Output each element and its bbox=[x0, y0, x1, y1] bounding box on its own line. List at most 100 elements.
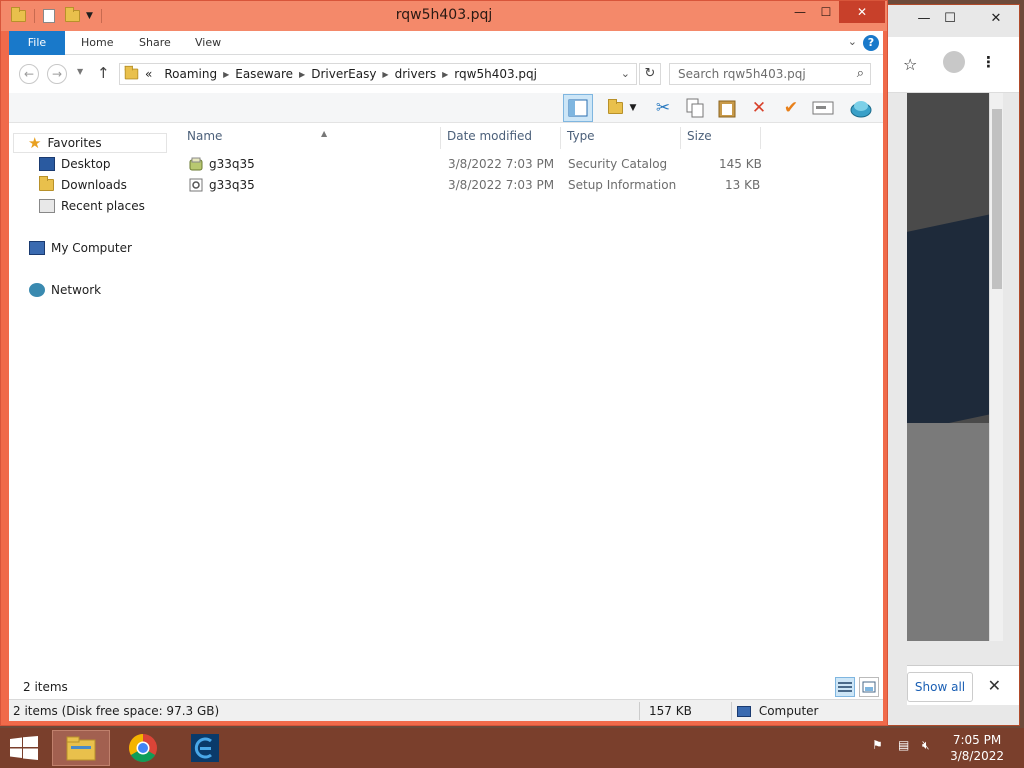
driver-easy-icon bbox=[191, 734, 219, 762]
paste-icon bbox=[718, 100, 736, 118]
address-field[interactable]: « Roaming ▶ Easeware ▶ DriverEasy ▶ driv… bbox=[119, 63, 637, 85]
expand-ribbon-icon[interactable]: ⌄ bbox=[848, 35, 857, 48]
nav-label: Desktop bbox=[61, 157, 111, 171]
background-browser-window[interactable]: — ☐ ✕ ☆ ⋮ Show all ✕ bbox=[884, 4, 1020, 726]
breadcrumb-overflow[interactable]: « bbox=[145, 67, 152, 81]
breadcrumb-current[interactable]: rqw5h403.pqj bbox=[454, 67, 537, 81]
select-dropdown-icon[interactable]: ▼ bbox=[627, 96, 639, 120]
file-size: 13 KB bbox=[725, 178, 761, 192]
breadcrumb-easeware[interactable]: Easeware bbox=[235, 67, 293, 81]
taskbar-driver-easy[interactable] bbox=[176, 730, 234, 766]
preview-pane-icon bbox=[568, 99, 588, 117]
column-header-date[interactable]: Date modified bbox=[443, 127, 561, 149]
shell-button[interactable] bbox=[849, 96, 873, 120]
item-count: 2 items bbox=[23, 680, 68, 694]
table-row[interactable]: g33q35 3/8/2022 7:03 PM Security Catalog… bbox=[183, 155, 773, 175]
column-header-type[interactable]: Type bbox=[563, 127, 681, 149]
cut-icon[interactable]: ✂ bbox=[651, 96, 675, 120]
browser-minimize-button[interactable]: — bbox=[913, 11, 935, 26]
chrome-icon bbox=[129, 734, 157, 762]
divider bbox=[731, 702, 732, 720]
show-all-button[interactable]: Show all bbox=[907, 672, 973, 702]
tab-home[interactable]: Home bbox=[69, 31, 125, 55]
folder-check-icon bbox=[607, 99, 623, 114]
tab-view[interactable]: View bbox=[183, 31, 233, 55]
nav-label: My Computer bbox=[51, 241, 132, 255]
taskbar-file-explorer[interactable] bbox=[52, 730, 110, 766]
tab-file[interactable]: File bbox=[9, 31, 65, 55]
table-row[interactable]: g33q35 3/8/2022 7:03 PM Setup Informatio… bbox=[183, 176, 773, 196]
nav-label: Recent places bbox=[61, 199, 145, 213]
page-image-dark bbox=[907, 214, 991, 432]
network-icon bbox=[29, 283, 45, 297]
refresh-button[interactable]: ↻ bbox=[639, 63, 661, 85]
breadcrumb-drivers[interactable]: drivers bbox=[395, 67, 437, 81]
tab-share[interactable]: Share bbox=[127, 31, 183, 55]
browser-scrollbar[interactable] bbox=[989, 93, 1003, 641]
forward-button[interactable]: → bbox=[47, 64, 67, 84]
checkmark-icon[interactable]: ✔ bbox=[779, 96, 803, 120]
address-dropdown-icon[interactable]: ⌄ bbox=[621, 67, 630, 80]
title-bar[interactable]: ▼ rqw5h403.pqj — ☐ ✕ bbox=[1, 1, 887, 31]
help-icon[interactable]: ? bbox=[863, 35, 879, 51]
location-label: Computer bbox=[758, 704, 819, 718]
recent-places-icon bbox=[39, 199, 55, 213]
file-name: g33q35 bbox=[209, 178, 255, 192]
action-center-flag-icon[interactable]: ⚑ bbox=[872, 738, 883, 752]
breadcrumb-separator-icon[interactable]: ▶ bbox=[299, 70, 305, 79]
scrollbar-thumb[interactable] bbox=[992, 109, 1002, 289]
browser-maximize-button[interactable]: ☐ bbox=[939, 11, 961, 26]
taskbar-clock[interactable]: 7:05 PM 3/8/2022 bbox=[950, 732, 1004, 764]
rename-button[interactable] bbox=[811, 96, 835, 120]
back-button[interactable]: ← bbox=[19, 64, 39, 84]
file-size: 145 KB bbox=[719, 157, 762, 171]
details-view-button[interactable] bbox=[835, 677, 855, 697]
paste-button[interactable] bbox=[715, 96, 739, 120]
recent-locations-icon[interactable]: ▼ bbox=[77, 67, 83, 76]
up-arrow-icon[interactable]: ↑ bbox=[97, 64, 110, 82]
start-button[interactable] bbox=[10, 736, 38, 760]
nav-label: Favorites bbox=[47, 136, 102, 150]
nav-recent-places[interactable]: Recent places bbox=[39, 196, 145, 216]
profile-avatar-icon[interactable] bbox=[943, 51, 965, 73]
nav-my-computer[interactable]: My Computer bbox=[29, 238, 132, 258]
nav-network[interactable]: Network bbox=[29, 280, 101, 300]
nav-downloads[interactable]: Downloads bbox=[39, 175, 127, 195]
breadcrumb-separator-icon[interactable]: ▶ bbox=[442, 70, 448, 79]
breadcrumb-roaming[interactable]: Roaming bbox=[164, 67, 217, 81]
taskbar-chrome[interactable] bbox=[114, 730, 172, 766]
star-icon[interactable]: ☆ bbox=[903, 55, 917, 74]
file-type: Security Catalog bbox=[568, 157, 668, 171]
large-icons-view-button[interactable] bbox=[859, 677, 879, 697]
nav-favorites[interactable]: ★ Favorites bbox=[13, 133, 167, 153]
preview-pane-button[interactable] bbox=[563, 94, 593, 122]
network-tray-icon[interactable]: ▤ bbox=[898, 738, 909, 752]
close-button[interactable]: ✕ bbox=[839, 1, 885, 23]
disk-space-status: 2 items (Disk free space: 97.3 GB) bbox=[13, 704, 220, 718]
file-name: g33q35 bbox=[209, 157, 255, 171]
nav-desktop[interactable]: Desktop bbox=[39, 154, 111, 174]
volume-muted-icon[interactable]: 🔇︎ bbox=[922, 738, 930, 753]
copy-button[interactable] bbox=[683, 96, 707, 120]
column-header-size[interactable]: Size bbox=[683, 127, 761, 149]
clock-time: 7:05 PM bbox=[952, 733, 1002, 747]
breadcrumb-separator-icon[interactable]: ▶ bbox=[382, 70, 388, 79]
windows-logo-icon bbox=[10, 736, 38, 760]
breadcrumb-separator-icon[interactable]: ▶ bbox=[223, 70, 229, 79]
address-bar-row: ← → ▼ ↑ « Roaming ▶ Easeware ▶ DriverEas… bbox=[9, 55, 883, 93]
column-header-name[interactable]: Name ▲ bbox=[183, 127, 441, 149]
menu-dots-icon[interactable]: ⋮ bbox=[981, 53, 996, 71]
delete-icon[interactable]: ✕ bbox=[747, 96, 771, 120]
select-folder-button[interactable] bbox=[603, 96, 627, 120]
browser-titlebar: — ☐ ✕ bbox=[885, 5, 1019, 37]
download-bar-close-icon[interactable]: ✕ bbox=[988, 676, 1001, 695]
nav-label: Downloads bbox=[61, 178, 127, 192]
computer-icon bbox=[29, 241, 45, 255]
sort-ascending-icon: ▲ bbox=[321, 129, 328, 138]
ribbon-tabs: File Home Share View ⌄ ? bbox=[9, 31, 883, 55]
search-input[interactable]: Search rqw5h403.pqj ⌕ bbox=[669, 63, 871, 85]
maximize-button[interactable]: ☐ bbox=[811, 1, 841, 23]
browser-close-button[interactable]: ✕ bbox=[985, 11, 1007, 26]
breadcrumb-drivereasy[interactable]: DriverEasy bbox=[311, 67, 376, 81]
page-image-grey bbox=[907, 423, 991, 641]
